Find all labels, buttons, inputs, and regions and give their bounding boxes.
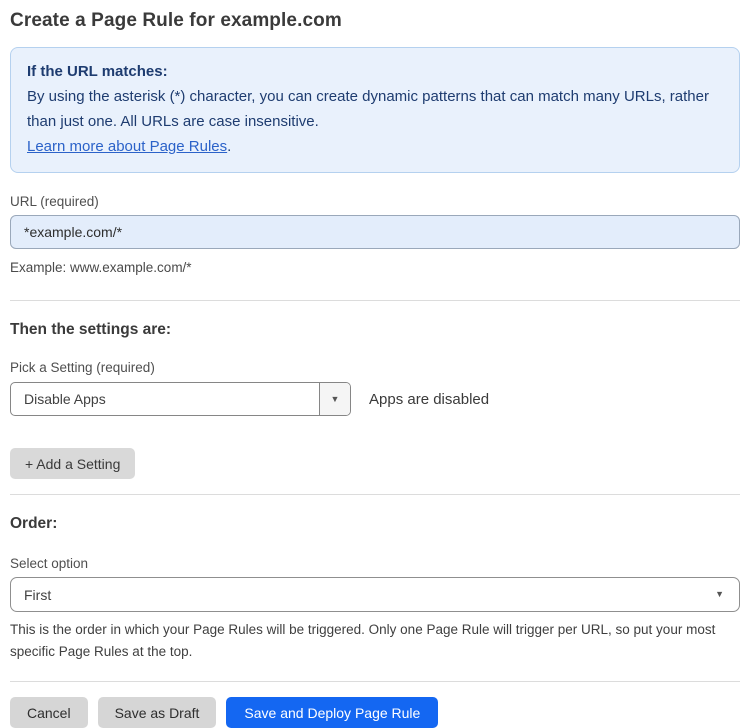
order-section-heading: Order: bbox=[10, 515, 58, 532]
setting-select-arrow-button[interactable]: ▼ bbox=[319, 383, 350, 415]
info-box-body: By using the asterisk (*) character, you… bbox=[27, 88, 709, 130]
settings-section-heading: Then the settings are: bbox=[10, 321, 172, 338]
setting-row: Disable Apps ▼ Apps are disabled bbox=[10, 382, 740, 416]
order-select-label: Select option bbox=[10, 556, 89, 571]
setting-status-text: Apps are disabled bbox=[369, 390, 490, 408]
learn-more-link[interactable]: Learn more about Page Rules bbox=[27, 138, 227, 155]
page-rule-form: Create a Page Rule for example.com If th… bbox=[0, 0, 750, 728]
add-setting-button[interactable]: + Add a Setting bbox=[10, 448, 136, 479]
url-example-helper: Example: www.example.com/* bbox=[10, 260, 192, 275]
save-and-deploy-button[interactable]: Save and Deploy Page Rule bbox=[226, 697, 439, 728]
info-box-link-line: Learn more about Page Rules. bbox=[27, 134, 723, 159]
cancel-button[interactable]: Cancel bbox=[10, 697, 88, 728]
setting-picker-label: Pick a Setting (required) bbox=[10, 360, 155, 375]
page-title: Create a Page Rule for example.com bbox=[10, 10, 342, 31]
divider bbox=[10, 681, 740, 682]
url-field-label: URL (required) bbox=[10, 194, 99, 209]
order-helper-text: This is the order in which your Page Rul… bbox=[10, 622, 716, 659]
link-suffix: . bbox=[227, 138, 232, 155]
url-match-info-box: If the URL matches: By using the asteris… bbox=[10, 47, 740, 173]
order-select-value: First bbox=[24, 586, 52, 603]
chevron-down-icon: ▼ bbox=[330, 393, 340, 404]
form-actions: Cancel Save as Draft Save and Deploy Pag… bbox=[10, 697, 740, 728]
setting-select[interactable]: Disable Apps ▼ bbox=[10, 382, 351, 416]
save-as-draft-button[interactable]: Save as Draft bbox=[97, 697, 217, 728]
url-input[interactable] bbox=[10, 215, 740, 249]
info-box-heading: If the URL matches: bbox=[27, 63, 168, 80]
chevron-down-icon: ▼ bbox=[715, 589, 724, 599]
divider bbox=[10, 494, 740, 495]
divider bbox=[10, 300, 740, 301]
setting-select-value: Disable Apps bbox=[24, 391, 106, 407]
order-select[interactable]: First ▼ bbox=[10, 577, 740, 612]
